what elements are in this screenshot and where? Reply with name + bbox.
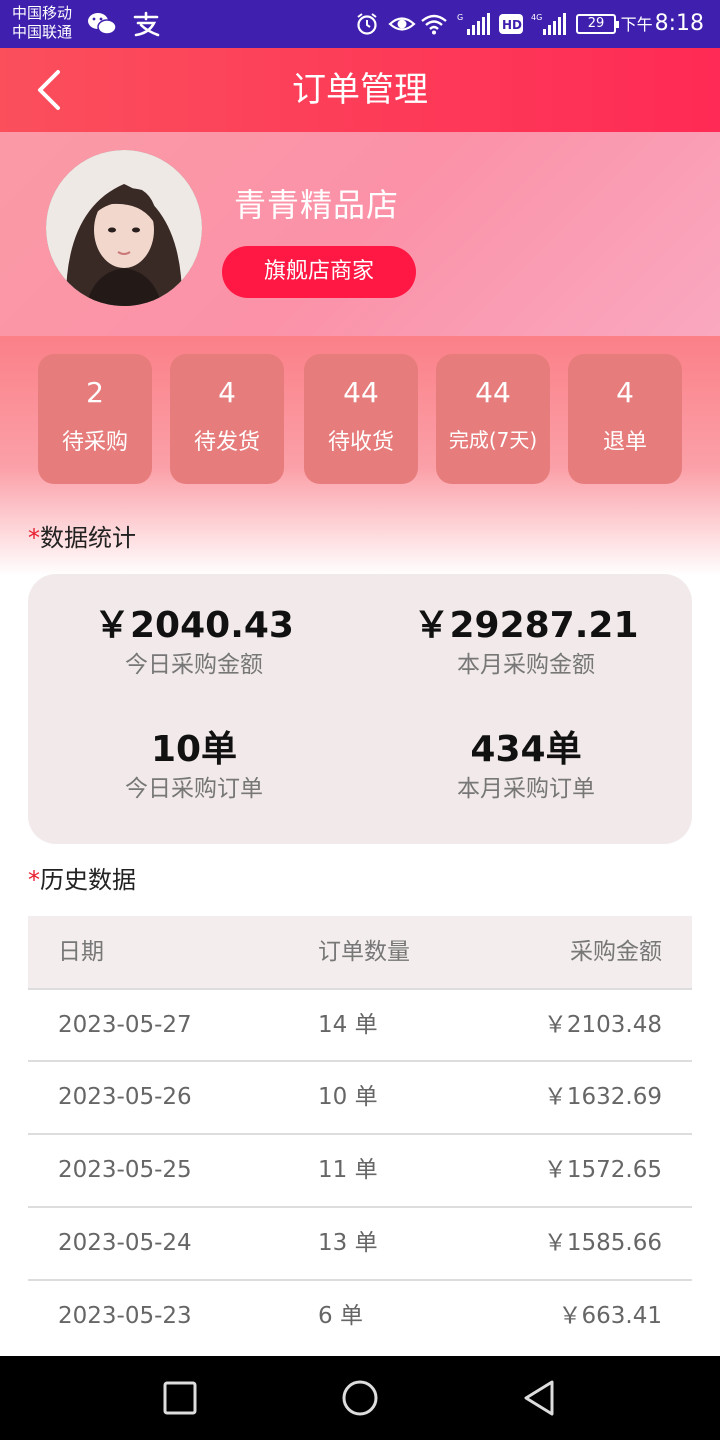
tile-count: 2 — [86, 376, 104, 409]
cell-orders: 10 单 — [318, 1084, 378, 1110]
tile-completed[interactable]: 44 完成(7天) — [436, 354, 550, 484]
signal-icon: G — [456, 10, 492, 38]
tile-count: 44 — [475, 376, 511, 409]
shop-type-badge[interactable]: 旗舰店商家 — [222, 246, 416, 298]
cell-date: 2023-05-23 — [58, 1303, 192, 1329]
cell-date: 2023-05-25 — [58, 1157, 192, 1183]
stat-today-orders: 10单 今日采购订单 — [28, 728, 360, 804]
required-star: * — [28, 866, 40, 894]
stats-title-text: 数据统计 — [40, 524, 136, 552]
carrier-1: 中国移动 — [12, 4, 73, 22]
tile-label: 待发货 — [193, 430, 260, 455]
cell-orders: 14 单 — [318, 1012, 378, 1038]
cell-amount: ￥1632.69 — [543, 1084, 662, 1110]
history-table-header: 日期 订单数量 采购金额 — [28, 916, 692, 988]
tile-count: 44 — [343, 376, 379, 409]
avatar-image — [46, 150, 202, 306]
svg-text:HD: HD — [502, 18, 522, 32]
back-icon — [524, 1380, 554, 1416]
history-title-text: 历史数据 — [40, 866, 136, 894]
order-status-tiles: 2 待采购 4 待发货 44 待收货 44 完成(7天) 4 退单 — [38, 354, 682, 484]
svg-text:G: G — [457, 13, 463, 22]
stats-section-title: *数据统计 — [28, 518, 136, 553]
stat-label: 本月采购金额 — [457, 652, 595, 678]
column-header-orders: 订单数量 — [318, 939, 410, 965]
stat-label: 今日采购订单 — [125, 776, 263, 802]
table-row[interactable]: 2023-05-25 11 单 ￥1572.65 — [28, 1133, 692, 1206]
cell-orders: 6 单 — [318, 1303, 363, 1329]
eye-icon — [388, 10, 416, 38]
tile-pending-purchase[interactable]: 2 待采购 — [38, 354, 152, 484]
tile-count: 4 — [218, 376, 236, 409]
cell-date: 2023-05-24 — [58, 1230, 192, 1256]
alipay-icon — [130, 10, 162, 38]
shop-profile: 青青精品店 旗舰店商家 — [0, 132, 720, 336]
time: 8:18 — [654, 11, 704, 36]
recent-apps-button[interactable] — [158, 1376, 202, 1420]
stat-value: 434单 — [470, 729, 582, 770]
carrier-info: 中国移动 中国联通 — [12, 4, 72, 42]
table-row[interactable]: 2023-05-24 13 单 ￥1585.66 — [28, 1206, 692, 1279]
avatar[interactable] — [46, 150, 202, 306]
history-section-title: *历史数据 — [28, 860, 136, 895]
alarm-icon — [354, 10, 380, 38]
back-icon — [38, 70, 60, 110]
home-icon — [342, 1380, 378, 1416]
required-star: * — [28, 524, 40, 552]
cell-amount: ￥2103.48 — [543, 1012, 662, 1038]
cell-amount: ￥1572.65 — [543, 1157, 662, 1183]
signal-4g-icon: 4G — [530, 10, 568, 38]
carrier-2: 中国联通 — [12, 23, 73, 41]
table-row[interactable]: 2023-05-26 10 单 ￥1632.69 — [28, 1060, 692, 1133]
tile-label: 完成(7天) — [448, 428, 538, 452]
tile-label: 待收货 — [327, 430, 394, 455]
column-header-amount: 采购金额 — [570, 939, 662, 965]
table-row[interactable]: 2023-05-23 6 单 ￥663.41 — [28, 1279, 692, 1356]
tile-pending-shipment[interactable]: 4 待发货 — [170, 354, 284, 484]
status-bar: 中国移动 中国联通 G HD 4G 29 下午8:18 — [0, 0, 720, 48]
stat-value: ￥2040.43 — [94, 605, 294, 646]
tile-refunds[interactable]: 4 退单 — [568, 354, 682, 484]
stat-value: ￥29287.21 — [413, 605, 639, 646]
wifi-icon — [420, 10, 448, 38]
stat-label: 本月采购订单 — [457, 776, 595, 802]
cell-orders: 13 单 — [318, 1230, 378, 1256]
column-header-date: 日期 — [58, 939, 104, 965]
stats-card: ￥2040.43 今日采购金额 ￥29287.21 本月采购金额 10单 今日采… — [28, 574, 692, 844]
tile-label: 退单 — [602, 430, 647, 455]
tile-label: 待采购 — [61, 430, 128, 455]
app-header: 订单管理 — [0, 48, 720, 132]
svg-text:4G: 4G — [531, 13, 542, 22]
cell-amount: ￥1585.66 — [543, 1230, 662, 1256]
back-button[interactable] — [28, 64, 78, 116]
tile-count: 4 — [616, 376, 634, 409]
wechat-icon — [86, 10, 118, 38]
system-nav-bar — [0, 1356, 720, 1440]
recent-apps-icon — [163, 1381, 197, 1415]
table-row[interactable]: 2023-05-27 14 单 ￥2103.48 — [28, 988, 692, 1061]
stat-month-amount: ￥29287.21 本月采购金额 — [360, 604, 692, 680]
stat-value: 10单 — [150, 729, 238, 770]
clock: 下午8:18 — [621, 10, 704, 39]
stat-month-orders: 434单 本月采购订单 — [360, 728, 692, 804]
stat-label: 今日采购金额 — [125, 652, 263, 678]
hd-icon: HD — [498, 10, 524, 38]
page-title: 订单管理 — [292, 70, 428, 110]
shop-name: 青青精品店 — [234, 186, 400, 224]
cell-orders: 11 单 — [318, 1157, 378, 1183]
stat-today-amount: ￥2040.43 今日采购金额 — [28, 604, 360, 680]
cell-date: 2023-05-27 — [58, 1012, 192, 1038]
cell-date: 2023-05-26 — [58, 1084, 192, 1110]
time-prefix: 下午 — [620, 15, 653, 34]
home-button[interactable] — [338, 1376, 382, 1420]
tile-pending-receipt[interactable]: 44 待收货 — [304, 354, 418, 484]
system-back-button[interactable] — [518, 1376, 562, 1420]
cell-amount: ￥663.41 — [558, 1303, 662, 1329]
battery-icon: 29 — [576, 14, 619, 34]
